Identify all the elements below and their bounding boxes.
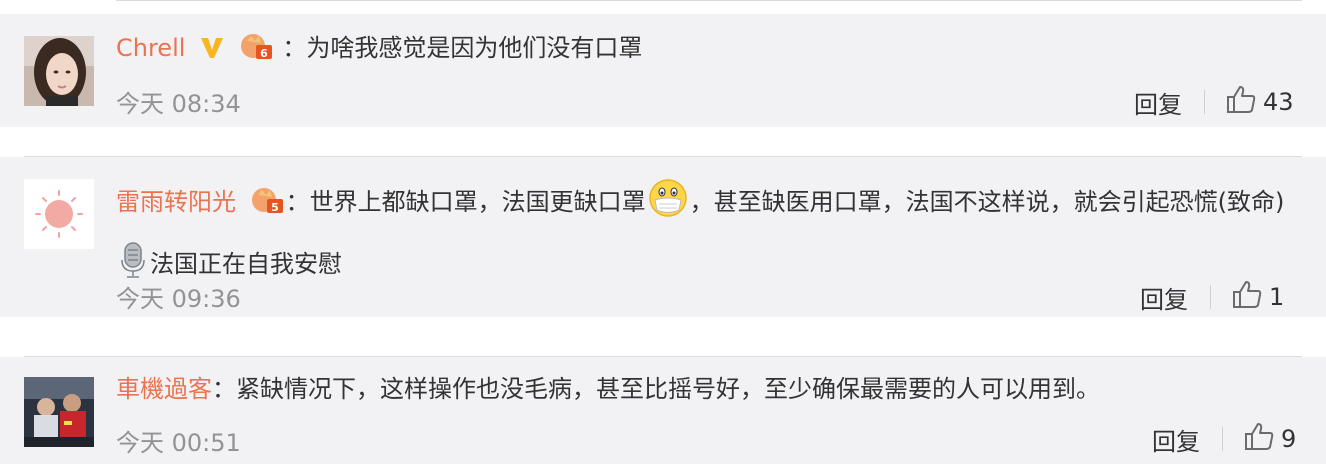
thumbs-up-icon[interactable] <box>1225 84 1257 120</box>
thumbs-up-icon[interactable] <box>1243 421 1275 457</box>
thumbs-up-icon[interactable] <box>1231 279 1263 315</box>
reply-button[interactable]: 回复 <box>1140 280 1188 315</box>
mask-face-emoji-icon <box>648 178 688 237</box>
comment-colon: ： <box>285 188 310 216</box>
comment-time: 今天 08:34 <box>116 90 241 118</box>
comment-time: 今天 09:36 <box>116 285 241 313</box>
comment-actions: 回复 1 <box>1140 279 1284 315</box>
comment-card-2: 雷雨转阳光 5 ：世界上都缺口罩，法国更缺口罩 ，甚至缺医用口罩，法国不这样说，… <box>0 157 1326 317</box>
svg-text:5: 5 <box>271 201 279 214</box>
avatar-cheji[interactable] <box>24 377 94 447</box>
comment-actions: 回复 43 <box>1134 84 1294 120</box>
comment-username[interactable]: 雷雨转阳光 <box>116 188 236 216</box>
level-5-badge-icon[interactable]: 5 <box>250 180 286 234</box>
like-count: 9 <box>1281 425 1297 453</box>
reply-button[interactable]: 回复 <box>1152 422 1200 457</box>
comment-text-part3: 法国正在自我安慰 <box>150 250 342 278</box>
action-divider <box>1204 90 1205 114</box>
avatar-leiyu[interactable] <box>24 179 94 249</box>
like-count: 1 <box>1269 283 1285 311</box>
svg-text:6: 6 <box>260 47 268 60</box>
comment-card-3: 車機過客：紧缺情况下，这样操作也没毛病，甚至比摇号好，至少确保最需要的人可以用到… <box>0 357 1326 464</box>
comment-text: 紧缺情况下，这样操作也没毛病，甚至比摇号好，至少确保最需要的人可以用到。 <box>236 375 1100 403</box>
level-6-badge-icon[interactable]: 6 <box>239 33 275 69</box>
comment-colon: ： <box>282 34 307 62</box>
comment-content-1: Chrell 6 ：为啥我感觉是因为他们没有口罩 <box>116 32 642 69</box>
comment-text: 为啥我感觉是因为他们没有口罩 <box>306 34 643 62</box>
comment-text-part1: 世界上都缺口罩，法国更缺口罩 <box>309 188 646 216</box>
comment-username[interactable]: 車機過客 <box>116 375 212 403</box>
action-divider <box>1222 427 1223 451</box>
avatar-chrell[interactable] <box>24 36 94 106</box>
comment-content-3: 車機過客：紧缺情况下，这样操作也没毛病，甚至比摇号好，至少确保最需要的人可以用到… <box>116 373 1100 405</box>
like-count: 43 <box>1263 88 1294 116</box>
comment-content-2: 雷雨转阳光 5 ：世界上都缺口罩，法国更缺口罩 ，甚至缺医用口罩，法国不这样说，… <box>116 175 1306 299</box>
comment-time: 今天 00:51 <box>116 429 241 457</box>
reply-button[interactable]: 回复 <box>1134 85 1182 120</box>
comment-card-1: Chrell 6 ：为啥我感觉是因为他们没有口罩 今天 08:34 回复 43 <box>0 14 1326 127</box>
comment-text-part2: ，甚至缺医用口罩，法国不这样说，就会引起恐慌(致命) <box>689 188 1285 216</box>
action-divider <box>1210 285 1211 309</box>
comment-actions: 回复 9 <box>1152 421 1296 457</box>
vip-v-badge-icon[interactable] <box>199 35 225 69</box>
comment-username[interactable]: Chrell <box>116 34 185 62</box>
comment-colon: ： <box>212 375 236 403</box>
top-divider <box>116 0 1302 1</box>
